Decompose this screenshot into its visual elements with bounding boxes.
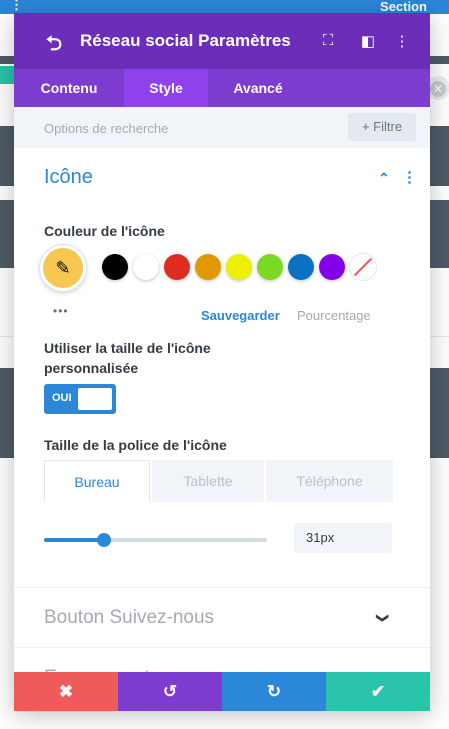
section-divider: [14, 587, 430, 588]
save-color-link[interactable]: Sauvegarder: [201, 308, 280, 323]
background-top-bar: ⋮ Section: [0, 0, 449, 14]
chevron-down-icon[interactable]: ❯: [376, 613, 390, 623]
back-arrow-icon[interactable]: ⮌: [46, 29, 62, 63]
font-size-label: Taille de la police de l'icône: [44, 437, 227, 453]
collapse-caret-icon[interactable]: ⌃: [378, 170, 390, 187]
device-tab-tablette[interactable]: Tablette: [152, 460, 264, 502]
undo-button[interactable]: ↺: [118, 672, 222, 711]
more-colors-icon[interactable]: •••: [53, 304, 69, 318]
color-swatch-yellow[interactable]: [226, 254, 252, 280]
modal-header: ⮌ Réseau social Paramètres ⛶ ◧ ⋮: [14, 13, 430, 69]
eyedropper-icon: ✎: [55, 258, 71, 278]
custom-size-label: Utiliser la taille de l'icône personnali…: [44, 338, 211, 378]
icon-color-label: Couleur de l'icône: [44, 223, 165, 239]
section-label: Section: [380, 0, 427, 14]
color-swatch-orange[interactable]: [195, 254, 221, 280]
section-menu-icon[interactable]: ⋮: [10, 0, 23, 13]
modal-footer: ✖ ↺ ↻ ✔: [14, 672, 430, 711]
tab-style[interactable]: Style: [124, 69, 208, 107]
color-swatch-green[interactable]: [257, 254, 283, 280]
color-swatch-blue[interactable]: [288, 254, 314, 280]
settings-tabs: Contenu Style Avancé: [14, 69, 430, 107]
tab-contenu[interactable]: Contenu: [14, 69, 124, 107]
section-divider: [14, 647, 430, 648]
color-picker-button[interactable]: ✎: [40, 245, 86, 291]
device-tab-telephone[interactable]: Téléphone: [266, 460, 393, 502]
font-size-slider[interactable]: [44, 533, 267, 547]
save-button[interactable]: ✔: [326, 672, 430, 711]
slider-fill: [44, 538, 105, 542]
expand-icon[interactable]: ⛶: [320, 32, 336, 49]
section-more-icon[interactable]: ⋮: [402, 168, 417, 186]
font-size-input[interactable]: 31px: [294, 523, 392, 553]
section-title-icone[interactable]: Icône: [44, 166, 93, 189]
device-tab-bureau[interactable]: Bureau: [44, 460, 150, 502]
sidebar-layout-icon[interactable]: ◧: [360, 32, 376, 50]
custom-size-label-line1: Utiliser la taille de l'icône: [44, 340, 211, 356]
color-swatch-none[interactable]: [350, 254, 376, 280]
modal-title: Réseau social Paramètres: [80, 31, 291, 50]
section-title-bouton-suivez-nous[interactable]: Bouton Suivez-nous: [44, 607, 214, 629]
settings-modal: ⮌ Réseau social Paramètres ⛶ ◧ ⋮ Contenu…: [14, 13, 430, 711]
percentage-link[interactable]: Pourcentage: [297, 308, 371, 323]
search-bar: Options de recherche + Filtre: [14, 107, 430, 148]
custom-size-toggle[interactable]: OUI: [44, 384, 116, 414]
color-swatch-white[interactable]: [133, 254, 159, 280]
toggle-label: OUI: [52, 392, 72, 404]
color-swatch-black[interactable]: [102, 254, 128, 280]
custom-size-label-line2: personnalisée: [44, 360, 139, 376]
color-swatch-purple[interactable]: [319, 254, 345, 280]
slider-handle[interactable]: [97, 533, 112, 547]
search-input[interactable]: Options de recherche: [44, 121, 168, 136]
settings-content: Icône ⌃ ⋮ Couleur de l'icône ✎ ••• Sauve…: [14, 148, 430, 676]
toggle-knob: [78, 388, 112, 410]
filter-button[interactable]: + Filtre: [348, 113, 416, 141]
color-swatch-red[interactable]: [164, 254, 190, 280]
more-options-icon[interactable]: ⋮: [394, 32, 410, 50]
cancel-button[interactable]: ✖: [14, 672, 118, 711]
tab-avance[interactable]: Avancé: [208, 69, 308, 107]
redo-button[interactable]: ↻: [222, 672, 326, 711]
